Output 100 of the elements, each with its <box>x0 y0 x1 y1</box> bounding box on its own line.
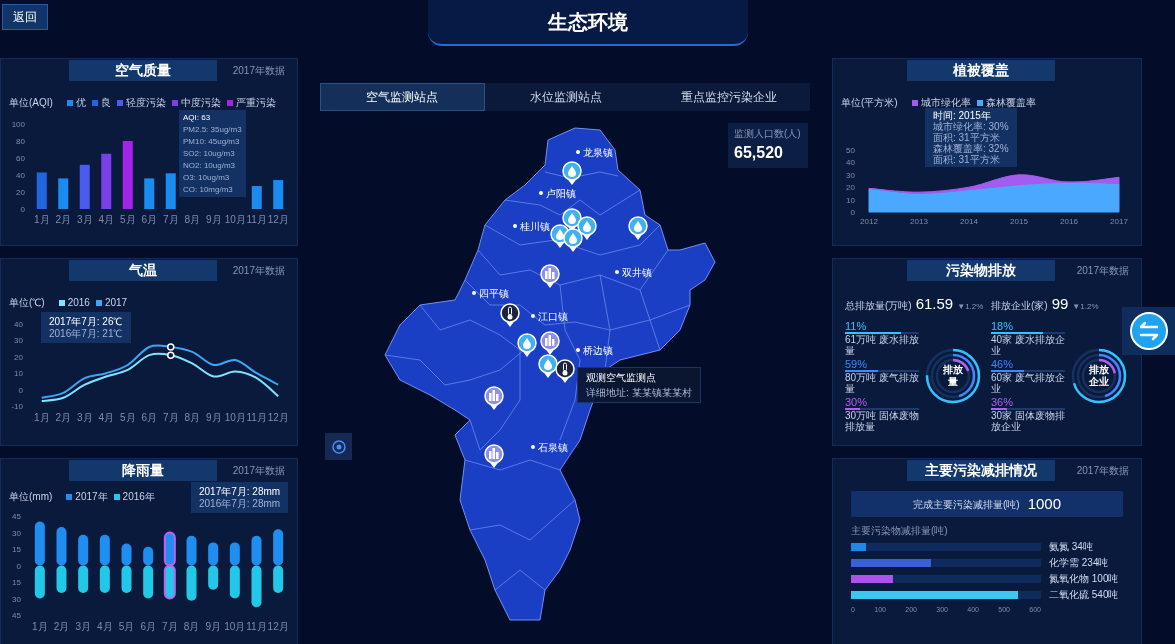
unit-label: 单位(℃) <box>9 296 45 310</box>
axis-label: 4月 <box>98 412 115 423</box>
water-drop-pin-icon[interactable] <box>563 228 583 252</box>
percent-value: 59% <box>845 357 869 370</box>
percent-value: 36% <box>991 395 1015 408</box>
axis-label: 0 <box>850 208 855 217</box>
unit-label: 单位(AQI) <box>9 96 53 110</box>
panel-title: 主要污染减排情况 <box>907 459 1055 481</box>
item-label: 60家 废气排放企业 <box>991 371 1065 394</box>
tooltip-text: 森林覆盖率: 32% <box>933 143 1009 154</box>
back-button[interactable]: 返回 <box>2 4 48 30</box>
axis-label: 7月 <box>162 412 179 423</box>
panel-title: 植被覆盖 <box>907 59 1055 81</box>
item-label: 80万吨 废气排放量 <box>845 371 919 394</box>
axis-label: 10月 <box>224 621 246 632</box>
building-pin-icon[interactable] <box>484 386 504 410</box>
axis-label: 8月 <box>184 412 201 423</box>
town-label: 江口镇 <box>538 310 568 322</box>
map-tab[interactable]: 水位监测站点 <box>484 83 648 111</box>
axis-label: 0 <box>20 205 25 214</box>
town-label: 桥边镇 <box>583 344 613 356</box>
legend-label: 2016年 <box>122 490 155 504</box>
axis-label: 12月 <box>267 621 289 632</box>
building-pin-icon[interactable] <box>540 264 560 288</box>
axis-label: 2013 <box>910 217 928 226</box>
percent-value: 30% <box>845 395 869 408</box>
bar-label: 氮氧化物 100吨 <box>1049 573 1119 585</box>
water-drop-pin-icon[interactable] <box>562 161 582 185</box>
axis-label: -10 <box>11 402 23 411</box>
axis-label: 10 <box>846 195 855 205</box>
swap-arrows-icon <box>1128 311 1169 351</box>
tooltip-text: PM10: 45ug/m3 <box>183 136 241 147</box>
axis-label: 3月 <box>76 412 93 423</box>
tooltip-text: PM2.5: 35ug/m3 <box>183 124 242 135</box>
axis-label: 8月 <box>183 621 200 632</box>
panel-date: 2017年数据 <box>1076 263 1129 278</box>
legend-label: 2017 <box>104 296 128 310</box>
axis-label: 2012 <box>860 217 878 226</box>
location-dot-icon <box>539 191 543 195</box>
axis-label: 1月 <box>32 621 48 632</box>
axis-label: 20 <box>14 352 23 362</box>
water-drop-pin-icon[interactable] <box>628 216 648 240</box>
panel-title: 污染物排放 <box>907 259 1055 281</box>
axis-label: 2月 <box>55 214 72 225</box>
bar-label: 化学需 234吨 <box>1049 557 1109 569</box>
locate-button[interactable] <box>325 433 352 460</box>
item-label: 40家 废水排放企业 <box>991 333 1065 356</box>
thermometer-pin-icon[interactable] <box>555 359 575 383</box>
axis-label: 40 <box>16 171 25 180</box>
map-tab[interactable]: 空气监测站点 <box>320 83 485 111</box>
axis-label: 45 <box>12 512 21 521</box>
location-dot-icon <box>576 348 580 352</box>
location-dot-icon <box>615 270 619 274</box>
legend-label: 2017年 <box>75 490 108 504</box>
axis-label: 2015 <box>1010 217 1028 226</box>
axis-label: 2016 <box>1060 217 1078 226</box>
ring-label: 排放量 <box>942 363 964 388</box>
axis-label: 5月 <box>119 412 136 423</box>
water-drop-pin-icon[interactable] <box>517 333 537 357</box>
bar <box>122 141 133 209</box>
axis-label: 100 <box>11 120 25 129</box>
legend-label: 2016 <box>67 296 90 310</box>
axis-label: 1月 <box>33 214 50 225</box>
axis-label: 20 <box>16 188 25 197</box>
bar-label: 二氧化硫 540吨 <box>1049 589 1119 601</box>
axis-label: 15 <box>12 545 21 554</box>
panel-title: 降雨量 <box>69 459 217 481</box>
axis-label: 0 <box>18 385 23 395</box>
axis-label: 2月 <box>55 412 72 423</box>
axis-label: 3月 <box>75 621 91 632</box>
item-label: 61万吨 废水排放量 <box>845 333 919 356</box>
panel-title: 气温 <box>69 259 217 281</box>
axis-label: 6月 <box>141 214 158 225</box>
target-icon <box>330 438 347 455</box>
population-label: 监测人口数(人) <box>734 127 802 141</box>
building-pin-icon[interactable] <box>484 444 504 468</box>
axis-label: 6月 <box>140 621 156 632</box>
item-label: 30万吨 固体废物排放量 <box>845 409 919 432</box>
bar <box>79 164 90 209</box>
floating-toggle-button[interactable] <box>1122 307 1175 355</box>
axis-label: 40 <box>14 320 23 329</box>
axis-label: 2017 <box>1110 217 1128 226</box>
tooltip-text: CO: 10mg/m3 <box>183 184 234 195</box>
town-label: 卢阳镇 <box>546 187 576 199</box>
total-value: 1000 <box>1027 493 1061 514</box>
total-label: 完成主要污染减排量(吨) <box>912 497 1020 512</box>
page-title: 生态环境 <box>547 10 628 35</box>
tooltip-text: 2016年7月: 28mm <box>199 498 281 509</box>
legend-label: 优 <box>75 96 86 110</box>
bar-label: 氨氮 34吨 <box>1049 541 1093 553</box>
panel-title: 空气质量 <box>69 59 217 81</box>
location-dot-icon <box>513 224 517 228</box>
bar <box>273 180 284 209</box>
water-drop-pin-icon[interactable] <box>538 354 558 378</box>
map-tab[interactable]: 重点监控污染企业 <box>647 83 810 111</box>
thermometer-pin-icon[interactable] <box>500 303 520 327</box>
tooltip-text: 时间: 2015年 <box>933 110 992 121</box>
location-dot-icon <box>472 291 476 295</box>
building-pin-icon[interactable] <box>540 331 560 355</box>
tooltip-text: SO2: 10ug/m3 <box>183 148 236 159</box>
